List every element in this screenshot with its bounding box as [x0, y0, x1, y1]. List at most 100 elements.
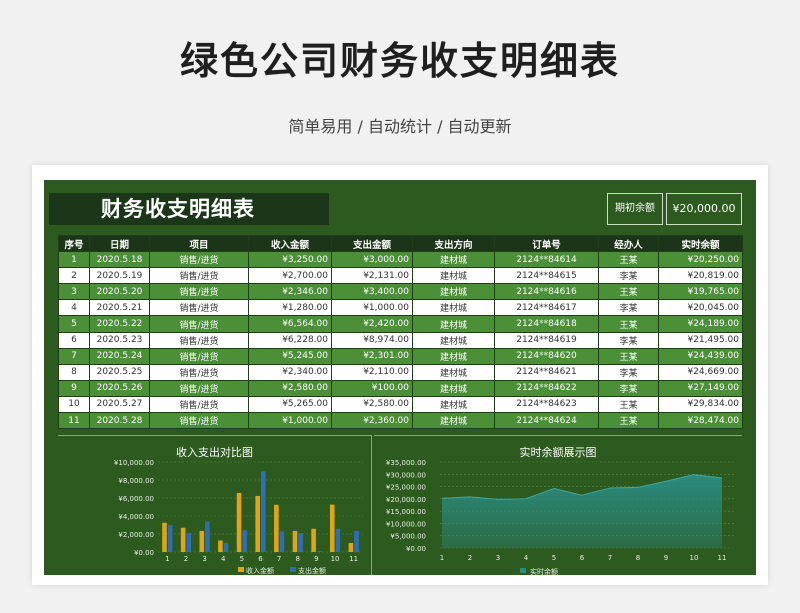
cell-col-income[interactable]: ¥5,245.00	[248, 347, 332, 365]
cell-col-income[interactable]: ¥1,000.00	[248, 412, 332, 430]
cell-col-direction[interactable]: 建材城	[412, 395, 495, 414]
cell-col-index[interactable]: 7	[58, 347, 90, 365]
cell-col-expense[interactable]: ¥2,301.00	[331, 347, 413, 365]
cell-col-order[interactable]: 2124**84614	[494, 251, 599, 269]
cell-col-direction[interactable]: 建材城	[412, 267, 495, 285]
cell-col-direction[interactable]: 建材城	[412, 251, 495, 269]
cell-col-direction[interactable]: 建材城	[412, 412, 495, 430]
cell-col-order[interactable]: 2124**84617	[494, 299, 599, 317]
cell-col-balance[interactable]: ¥20,045.00	[658, 299, 743, 317]
cell-col-handler[interactable]: 王某	[598, 251, 659, 269]
cell-col-date[interactable]: 2020.5.19	[89, 267, 150, 285]
cell-col-index[interactable]: 3	[58, 283, 90, 301]
cell-col-index[interactable]: 9	[58, 379, 90, 397]
cell-col-direction[interactable]: 建材城	[412, 379, 495, 397]
cell-col-handler[interactable]: 王某	[598, 412, 659, 430]
cell-col-item[interactable]: 销售/进货	[149, 299, 249, 317]
cell-col-item[interactable]: 销售/进货	[149, 315, 249, 333]
cell-col-balance[interactable]: ¥27,149.00	[658, 379, 743, 397]
cell-col-date[interactable]: 2020.5.20	[89, 283, 150, 301]
cell-col-item[interactable]: 销售/进货	[149, 412, 249, 430]
cell-col-index[interactable]: 10	[58, 395, 90, 414]
cell-col-date[interactable]: 2020.5.28	[89, 412, 150, 430]
cell-col-handler[interactable]: 李某	[598, 363, 659, 381]
cell-col-order[interactable]: 2124**84616	[494, 283, 599, 301]
cell-col-expense[interactable]: ¥2,580.00	[331, 395, 413, 414]
cell-col-direction[interactable]: 建材城	[412, 283, 495, 301]
cell-col-order[interactable]: 2124**84624	[494, 412, 599, 430]
cell-col-date[interactable]: 2020.5.24	[89, 347, 150, 365]
cell-col-order[interactable]: 2124**84622	[494, 379, 599, 397]
cell-col-order[interactable]: 2124**84615	[494, 267, 599, 285]
cell-col-income[interactable]: ¥2,346.00	[248, 283, 332, 301]
cell-col-item[interactable]: 销售/进货	[149, 347, 249, 365]
cell-col-handler[interactable]: 王某	[598, 283, 659, 301]
cell-col-balance[interactable]: ¥20,819.00	[658, 267, 743, 285]
cell-col-balance[interactable]: ¥28,474.00	[658, 412, 743, 430]
cell-col-date[interactable]: 2020.5.25	[89, 363, 150, 381]
cell-col-expense[interactable]: ¥2,420.00	[331, 315, 413, 333]
cell-col-direction[interactable]: 建材城	[412, 331, 495, 349]
cell-col-date[interactable]: 2020.5.27	[89, 395, 150, 414]
cell-col-direction[interactable]: 建材城	[412, 299, 495, 317]
cell-col-expense[interactable]: ¥100.00	[331, 379, 413, 397]
cell-col-date[interactable]: 2020.5.23	[89, 331, 150, 349]
cell-col-handler[interactable]: 李某	[598, 267, 659, 285]
cell-col-handler[interactable]: 李某	[598, 379, 659, 397]
cell-col-order[interactable]: 2124**84620	[494, 347, 599, 365]
cell-col-balance[interactable]: ¥24,439.00	[658, 347, 743, 365]
cell-col-direction[interactable]: 建材城	[412, 363, 495, 381]
cell-col-expense[interactable]: ¥8,974.00	[331, 331, 413, 349]
cell-col-expense[interactable]: ¥1,000.00	[331, 299, 413, 317]
cell-col-expense[interactable]: ¥2,110.00	[331, 363, 413, 381]
cell-col-handler[interactable]: 李某	[598, 331, 659, 349]
cell-col-handler[interactable]: 王某	[598, 347, 659, 365]
cell-col-order[interactable]: 2124**84618	[494, 315, 599, 333]
cell-col-date[interactable]: 2020.5.21	[89, 299, 150, 317]
cell-col-item[interactable]: 销售/进货	[149, 395, 249, 414]
cell-col-balance[interactable]: ¥24,189.00	[658, 315, 743, 333]
cell-col-item[interactable]: 销售/进货	[149, 331, 249, 349]
cell-col-direction[interactable]: 建材城	[412, 315, 495, 333]
cell-col-balance[interactable]: ¥29,834.00	[658, 395, 743, 414]
cell-col-order[interactable]: 2124**84623	[494, 395, 599, 414]
cell-col-index[interactable]: 2	[58, 267, 90, 285]
cell-col-index[interactable]: 5	[58, 315, 90, 333]
cell-col-index[interactable]: 8	[58, 363, 90, 381]
cell-col-income[interactable]: ¥3,250.00	[248, 251, 332, 269]
cell-col-income[interactable]: ¥6,564.00	[248, 315, 332, 333]
cell-col-balance[interactable]: ¥20,250.00	[658, 251, 743, 269]
cell-col-direction[interactable]: 建材城	[412, 347, 495, 365]
cell-col-date[interactable]: 2020.5.22	[89, 315, 150, 333]
cell-col-income[interactable]: ¥2,580.00	[248, 379, 332, 397]
cell-col-index[interactable]: 11	[58, 412, 90, 430]
cell-col-item[interactable]: 销售/进货	[149, 283, 249, 301]
opening-balance-value[interactable]: ¥20,000.00	[666, 193, 742, 225]
cell-col-item[interactable]: 销售/进货	[149, 267, 249, 285]
cell-col-expense[interactable]: ¥3,000.00	[331, 251, 413, 269]
cell-col-index[interactable]: 4	[58, 299, 90, 317]
cell-col-item[interactable]: 销售/进货	[149, 363, 249, 381]
cell-col-balance[interactable]: ¥21,495.00	[658, 331, 743, 349]
cell-col-order[interactable]: 2124**84621	[494, 363, 599, 381]
cell-col-order[interactable]: 2124**84619	[494, 331, 599, 349]
cell-col-item[interactable]: 销售/进货	[149, 251, 249, 269]
cell-col-income[interactable]: ¥2,700.00	[248, 267, 332, 285]
cell-col-expense[interactable]: ¥3,400.00	[331, 283, 413, 301]
cell-col-item[interactable]: 销售/进货	[149, 379, 249, 397]
cell-col-date[interactable]: 2020.5.26	[89, 379, 150, 397]
cell-col-index[interactable]: 1	[58, 251, 90, 269]
cell-col-balance[interactable]: ¥19,765.00	[658, 283, 743, 301]
cell-col-income[interactable]: ¥2,340.00	[248, 363, 332, 381]
cell-col-date[interactable]: 2020.5.18	[89, 251, 150, 269]
cell-col-income[interactable]: ¥6,228.00	[248, 331, 332, 349]
cell-col-expense[interactable]: ¥2,360.00	[331, 412, 413, 430]
cell-col-balance[interactable]: ¥24,669.00	[658, 363, 743, 381]
cell-col-index[interactable]: 6	[58, 331, 90, 349]
cell-col-handler[interactable]: 王某	[598, 315, 659, 333]
cell-col-handler[interactable]: 王某	[598, 395, 659, 414]
cell-col-income[interactable]: ¥5,265.00	[248, 395, 332, 414]
cell-col-handler[interactable]: 李某	[598, 299, 659, 317]
cell-col-expense[interactable]: ¥2,131.00	[331, 267, 413, 285]
cell-col-income[interactable]: ¥1,280.00	[248, 299, 332, 317]
